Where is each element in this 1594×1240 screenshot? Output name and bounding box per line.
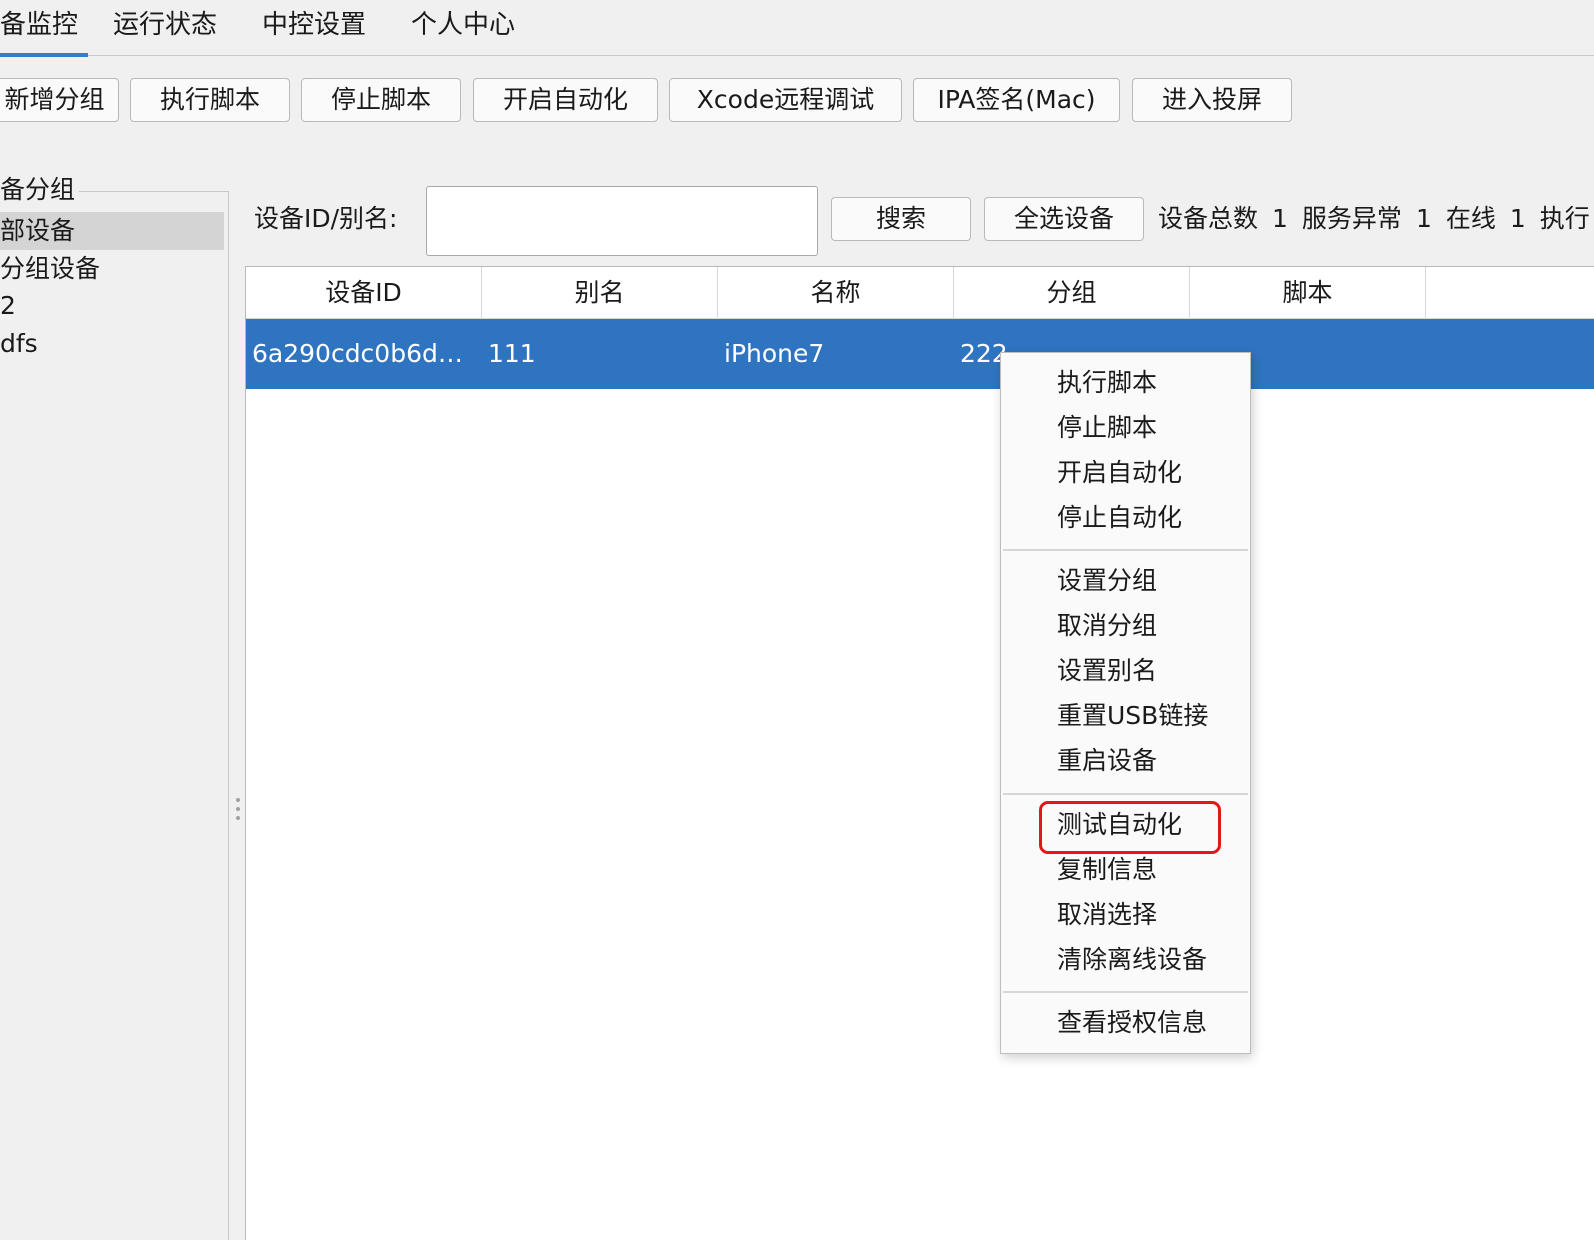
menu-item-cancel-group[interactable]: 取消分组 — [1057, 606, 1157, 646]
menu-item-set-alias[interactable]: 设置别名 — [1057, 651, 1157, 691]
column-header-filler — [1426, 267, 1594, 319]
stop-script-button[interactable]: 停止脚本 — [301, 78, 461, 122]
stat-running-label: 执行 — [1539, 204, 1590, 233]
group-panel-title: 备分组 — [0, 174, 80, 206]
menu-item-view-license[interactable]: 查看授权信息 — [1057, 1003, 1207, 1043]
tab-device-monitor[interactable]: 备监控 — [0, 0, 88, 57]
column-header-device-id[interactable]: 设备ID — [246, 267, 482, 319]
table-row[interactable]: 6a290cdc0b6db0... 111 iPhone7 222 — [246, 319, 1594, 389]
menu-item-copy-info[interactable]: 复制信息 — [1057, 850, 1157, 890]
group-item-ungrouped[interactable]: 分组设备 — [0, 250, 100, 288]
column-header-name[interactable]: 名称 — [718, 267, 954, 319]
tab-personal-center[interactable]: 个人中心 — [411, 0, 515, 56]
highlight-box — [1039, 801, 1221, 854]
start-automation-button[interactable]: 开启自动化 — [473, 78, 658, 122]
tab-run-status[interactable]: 运行状态 — [113, 0, 217, 56]
group-item-all[interactable]: 部设备 — [0, 212, 224, 250]
menu-item-restart-device[interactable]: 重启设备 — [1057, 741, 1157, 781]
menu-item-run-script[interactable]: 执行脚本 — [1057, 363, 1157, 403]
menu-item-clear-offline[interactable]: 清除离线设备 — [1057, 940, 1207, 980]
search-label: 设备ID/别名: — [254, 204, 398, 233]
menu-item-stop-automation[interactable]: 停止自动化 — [1057, 498, 1182, 538]
stat-online-label: 在线 — [1445, 204, 1496, 233]
menu-item-reset-usb[interactable]: 重置USB链接 — [1057, 696, 1208, 736]
menu-separator — [1003, 793, 1248, 795]
stat-total-label: 设备总数 — [1158, 204, 1259, 233]
column-header-alias[interactable]: 别名 — [482, 267, 718, 319]
cell-alias: 111 — [488, 339, 536, 368]
splitter-handle[interactable] — [235, 798, 241, 826]
menu-separator — [1003, 549, 1248, 551]
stat-online-value: 1 — [1509, 204, 1526, 233]
column-header-script[interactable]: 脚本 — [1190, 267, 1426, 319]
enter-screencast-button[interactable]: 进入投屏 — [1132, 78, 1292, 122]
select-all-button[interactable]: 全选设备 — [984, 197, 1144, 241]
run-script-button[interactable]: 执行脚本 — [130, 78, 290, 122]
stat-error-value: 1 — [1415, 204, 1432, 233]
group-item-dfs[interactable]: dfs — [0, 325, 38, 363]
search-button[interactable]: 搜索 — [831, 197, 971, 241]
menu-separator — [1003, 991, 1248, 993]
group-item-2[interactable]: 2 — [0, 287, 16, 325]
ipa-sign-button[interactable]: IPA签名(Mac) — [913, 78, 1120, 122]
cell-name: iPhone7 — [724, 339, 825, 368]
stat-error-label: 服务异常 — [1301, 204, 1402, 233]
search-input[interactable] — [426, 186, 818, 256]
tab-control-settings[interactable]: 中控设置 — [262, 0, 366, 56]
xcode-remote-debug-button[interactable]: Xcode远程调试 — [669, 78, 902, 122]
stat-total-value: 1 — [1272, 204, 1288, 233]
menu-item-set-group[interactable]: 设置分组 — [1057, 561, 1157, 601]
menu-item-start-automation[interactable]: 开启自动化 — [1057, 453, 1182, 493]
cell-device-id: 6a290cdc0b6db0... — [252, 339, 478, 368]
device-stats: 设备总数 1 服务异常 1 在线 1 执行 — [1158, 200, 1594, 238]
device-table: 设备ID 别名 名称 分组 脚本 6a290cdc0b6db0... 111 i… — [245, 266, 1594, 1240]
menu-item-stop-script[interactable]: 停止脚本 — [1057, 408, 1157, 448]
column-header-group[interactable]: 分组 — [954, 267, 1190, 319]
context-menu: 执行脚本 停止脚本 开启自动化 停止自动化 设置分组 取消分组 设置别名 重置U… — [1000, 352, 1251, 1054]
add-group-button[interactable]: 新增分组 — [0, 78, 119, 122]
menu-item-cancel-selection[interactable]: 取消选择 — [1057, 895, 1157, 935]
main-tab-bar: 备监控 运行状态 中控设置 个人中心 — [0, 0, 1594, 57]
